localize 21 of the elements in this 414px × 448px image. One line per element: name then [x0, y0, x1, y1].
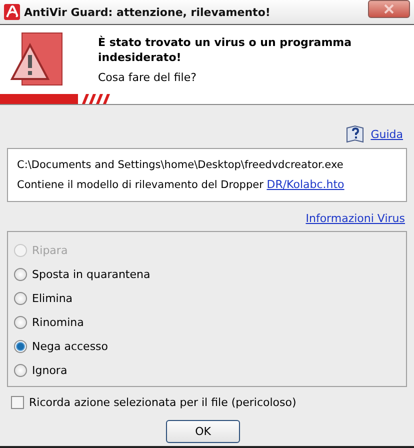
help-icon: [344, 124, 365, 144]
remember-checkbox[interactable]: Ricorda azione selezionata per il file (pericoloso): [11, 396, 407, 409]
help-link[interactable]: Guida: [370, 128, 403, 140]
file-path: C:\Documents and Settings\home\Desktop\freedvdcreator.exe: [17, 158, 344, 173]
window-title: AntiVir Guard: attenzione, rilevamento!: [24, 6, 272, 18]
logo-icon: [4, 4, 20, 20]
close-button[interactable]: [368, 0, 410, 18]
close-icon: [383, 4, 395, 14]
radio-option[interactable]: Elimina: [14, 286, 400, 310]
radio-option[interactable]: Rinomina: [14, 310, 400, 334]
headline: È stato trovato un virus o un programma indesiderato!: [98, 35, 353, 65]
radio-option[interactable]: Ignora: [14, 358, 400, 382]
threat-link[interactable]: DR/Kolabc.hto: [266, 178, 344, 191]
question-text: Cosa fare del file?: [98, 71, 198, 84]
radio-option[interactable]: Nega accesso: [14, 334, 400, 358]
radio-option[interactable]: Sposta in quarantena: [14, 262, 400, 286]
virus-info-link[interactable]: Informazioni Virus: [306, 212, 405, 225]
ok-button[interactable]: OK: [166, 420, 240, 443]
warning-icon: [10, 31, 64, 87]
detection-description: Contiene il modello di rilevamento del Dropper DR/Kolabc.hto: [17, 177, 346, 193]
radio-option: Ripara: [14, 238, 400, 262]
